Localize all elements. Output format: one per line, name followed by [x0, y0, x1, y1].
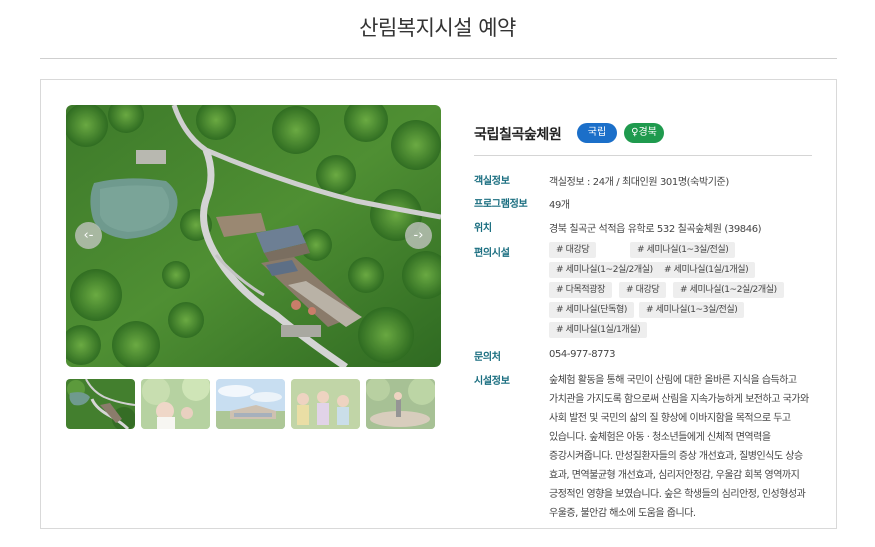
prev-photo-button[interactable]: ‹- — [75, 222, 102, 249]
amenity-tag: # 세미나실(1~3실/전실) — [639, 302, 745, 318]
amenity-tag: # 세미나실(1~2실/2개실) — [549, 262, 660, 278]
description-label: 시설정보 — [474, 376, 510, 387]
amenity-tag: # 대강당 — [549, 242, 597, 258]
program-info-value: 49개 — [549, 200, 570, 211]
amenity-tag: # 세미나실(1~2실/2개실) — [673, 282, 784, 298]
amenity-tag: # 다목적광장 — [549, 282, 613, 298]
thumbnail-strip — [66, 379, 441, 429]
amenity-tag: # 세미나실(1실/1개실) — [657, 262, 756, 278]
title-divider — [40, 58, 837, 59]
next-photo-button[interactable]: -› — [405, 222, 432, 249]
location-label: 위치 — [474, 223, 492, 234]
facility-card: ‹- -› 국립칠곡숲체원 국립 ♀경북 객실정보 객실정보: 24개 / 최… — [40, 79, 837, 529]
contact-value: 054-977-8773 — [549, 349, 616, 360]
room-info-value: 객실정보 : 24개 / 최대인원 301명(숙박기준) — [549, 177, 729, 188]
amenity-tag: # 대강당 — [619, 282, 667, 298]
thumbnail-aerial-view[interactable] — [66, 379, 135, 429]
amenity-tag: # 세미나실(1~3실/전실) — [630, 242, 736, 258]
description-text: 숲체험 활동을 통해 국민이 산림에 대한 올바른 지식을 습득하고 가치관을 … — [549, 375, 809, 519]
thumbnail-group-activity[interactable] — [291, 379, 360, 429]
location-value: 경북 칠곡군 석적읍 유학로 532 칠곡숲체원 (39846) — [549, 224, 762, 235]
info-divider — [474, 155, 812, 156]
contact-label: 문의처 — [474, 352, 501, 363]
page-title: 산림복지시설 예약 — [359, 16, 516, 40]
type-badge: 국립 — [577, 123, 617, 143]
aerial-photo-image — [66, 105, 441, 367]
amenities-label: 편의시설 — [474, 248, 510, 259]
amenity-tag: # 세미나실(단독형) — [549, 302, 634, 318]
main-photo: ‹- -› — [66, 105, 441, 367]
facility-name: 국립칠곡숲체원 — [474, 127, 562, 143]
region-badge: ♀경북 — [624, 123, 664, 143]
amenity-tag: # 세미나실(1실/1개실) — [549, 322, 648, 338]
room-info-label: 객실정보 — [474, 176, 510, 187]
program-info-label: 프로그램정보 — [474, 199, 528, 210]
thumbnail-forest-deck[interactable] — [366, 379, 435, 429]
thumbnail-forest-activity[interactable] — [141, 379, 210, 429]
thumbnail-building-sky[interactable] — [216, 379, 285, 429]
